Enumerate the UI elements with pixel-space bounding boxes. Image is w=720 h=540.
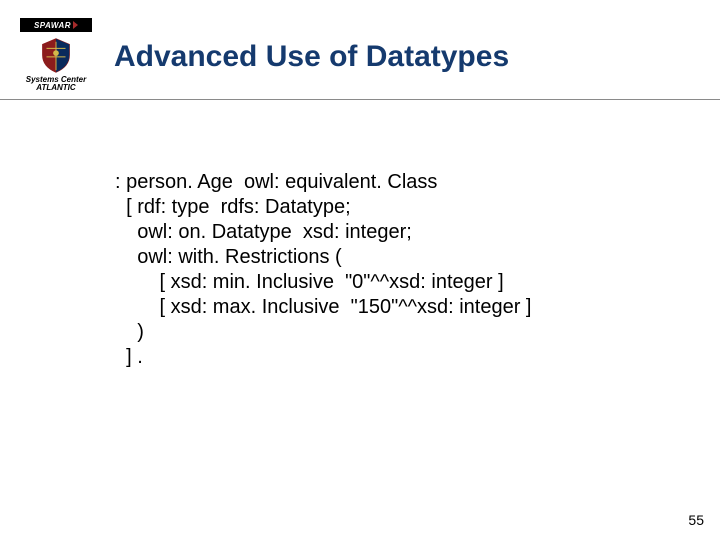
- code-line: : person. Age owl: equivalent. Class: [115, 171, 437, 193]
- org-bar: SPAWAR: [20, 18, 92, 32]
- header-divider: [0, 99, 720, 100]
- code-line: [ rdf: type rdfs: Datatype;: [115, 196, 351, 218]
- org-subtitle: Systems Center ATLANTIC: [26, 76, 86, 93]
- code-line: ): [115, 321, 144, 343]
- code-block: : person. Age owl: equivalent. Class [ r…: [115, 170, 531, 370]
- org-bar-label: SPAWAR: [34, 21, 71, 30]
- code-line: [ xsd: min. Inclusive "0"^^xsd: integer …: [115, 271, 504, 293]
- code-line: [ xsd: max. Inclusive "150"^^xsd: intege…: [115, 296, 531, 318]
- org-sub-line2: ATLANTIC: [36, 83, 75, 92]
- code-line: owl: on. Datatype xsd: integer;: [115, 221, 412, 243]
- code-line: ] .: [115, 346, 143, 368]
- spawar-shield-icon: [37, 36, 75, 74]
- slide-title: Advanced Use of Datatypes: [114, 40, 509, 74]
- page-number: 55: [688, 512, 704, 528]
- logo-block: SPAWAR Systems Center ATLANTIC: [20, 18, 92, 93]
- slide-header: SPAWAR Systems Center ATLANTIC Advanced …: [0, 0, 720, 93]
- code-line: owl: with. Restrictions (: [115, 246, 342, 268]
